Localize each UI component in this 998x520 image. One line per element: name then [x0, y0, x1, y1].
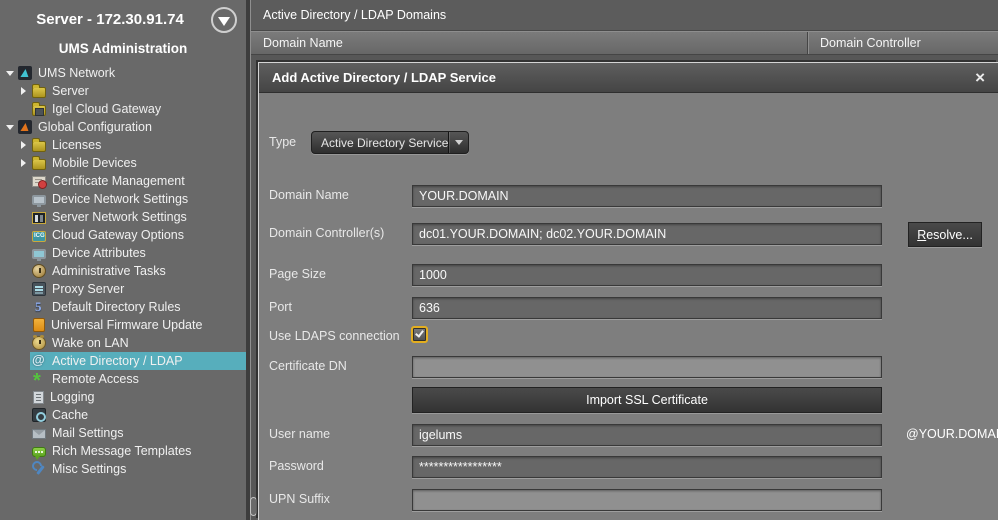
import-ssl-certificate-button[interactable]: Import SSL Certificate	[412, 387, 882, 413]
server-title: Server - 172.30.91.74	[0, 11, 246, 28]
certificate-dn-input[interactable]	[412, 356, 882, 378]
device-attributes-icon	[32, 249, 46, 259]
directory-rules-icon	[32, 300, 46, 314]
user-name-label: User name	[269, 424, 330, 445]
tree-expander-icon[interactable]	[3, 121, 16, 134]
scrollbar-thumb[interactable]	[250, 497, 257, 516]
sidebar-item-device-network-settings[interactable]: Device Network Settings	[0, 190, 246, 208]
user-name-suffix-label: @YOUR.DOMAIN	[906, 424, 998, 445]
domain-name-label: Domain Name	[269, 185, 349, 206]
global-configuration-icon	[18, 120, 32, 134]
chevron-down-icon	[448, 132, 468, 153]
close-icon[interactable]: ×	[975, 69, 985, 86]
sidebar-item-cache[interactable]: Cache	[0, 406, 246, 424]
wrench-icon	[32, 462, 46, 476]
sidebar-item-logging[interactable]: Logging	[0, 388, 246, 406]
sidebar-item-rich-message-templates[interactable]: Rich Message Templates	[0, 442, 246, 460]
at-symbol-icon	[32, 354, 46, 368]
domain-controllers-input[interactable]	[412, 223, 882, 245]
password-label: Password	[269, 456, 324, 477]
column-header-domain-name[interactable]: Domain Name	[251, 32, 808, 54]
column-header-domain-controller[interactable]: Domain Controller	[808, 32, 998, 54]
page-size-input[interactable]	[412, 264, 882, 286]
domain-name-input[interactable]	[412, 185, 882, 207]
use-ldaps-checkbox[interactable]	[411, 326, 428, 343]
password-input[interactable]	[412, 456, 882, 478]
check-icon	[415, 328, 424, 337]
sidebar-item-device-attributes[interactable]: Device Attributes	[0, 244, 246, 262]
table-header: Domain Name Domain Controller	[251, 31, 998, 55]
certificate-icon	[32, 176, 46, 187]
type-select[interactable]: Active Directory Service	[311, 131, 469, 154]
sidebar-item-global-configuration[interactable]: Global Configuration	[0, 118, 246, 136]
tree-expander-icon[interactable]	[17, 139, 30, 152]
resolve-button[interactable]: Resolve...	[908, 222, 982, 247]
speech-bubble-icon	[32, 447, 46, 457]
folder-cloud-gateway-icon	[32, 105, 46, 116]
sidebar-item-remote-access[interactable]: Remote Access	[0, 370, 246, 388]
firmware-update-icon	[33, 318, 45, 332]
sidebar: Server - 172.30.91.74 UMS Administration…	[0, 0, 246, 520]
cache-icon	[32, 408, 46, 422]
domain-controllers-label: Domain Controller(s)	[269, 223, 384, 244]
type-select-value: Active Directory Service	[312, 136, 448, 150]
dialog-body: Type Active Directory Service Domain Nam…	[259, 94, 998, 520]
sidebar-item-default-directory-rules[interactable]: Default Directory Rules	[0, 298, 246, 316]
dialog-title-bar: Add Active Directory / LDAP Service ×	[259, 63, 998, 93]
folder-icon	[32, 141, 46, 152]
application-window: Server - 172.30.91.74 UMS Administration…	[0, 0, 998, 520]
upn-suffix-label: UPN Suffix	[269, 489, 330, 510]
chevron-down-icon	[218, 17, 230, 26]
tree-expander-icon[interactable]	[17, 157, 30, 170]
sidebar-item-proxy-server[interactable]: Proxy Server	[0, 280, 246, 298]
folder-icon	[32, 159, 46, 170]
sidebar-item-server[interactable]: Server	[0, 82, 246, 100]
sidebar-item-mobile-devices[interactable]: Mobile Devices	[0, 154, 246, 172]
remote-access-icon	[32, 372, 46, 386]
add-ad-ldap-dialog: Add Active Directory / LDAP Service × Ty…	[258, 62, 998, 520]
sidebar-item-licenses[interactable]: Licenses	[0, 136, 246, 154]
port-input[interactable]	[412, 297, 882, 319]
sidebar-item-igel-cloud-gateway[interactable]: Igel Cloud Gateway	[0, 100, 246, 118]
upn-suffix-input[interactable]	[412, 489, 882, 511]
page-title: Active Directory / LDAP Domains	[251, 0, 998, 31]
navigation-tree: UMS Network Server Igel Cloud Gateway Gl…	[0, 64, 246, 478]
certificate-dn-label: Certificate DN	[269, 356, 347, 377]
proxy-server-icon	[32, 282, 46, 296]
type-label: Type	[269, 132, 296, 153]
tree-expander-icon[interactable]	[17, 85, 30, 98]
logging-icon	[33, 391, 44, 404]
administrative-tasks-icon	[32, 264, 46, 278]
tree-expander-icon[interactable]	[3, 67, 16, 80]
sidebar-item-server-network-settings[interactable]: Server Network Settings	[0, 208, 246, 226]
wake-on-lan-icon	[32, 336, 46, 350]
sidebar-item-mail-settings[interactable]: Mail Settings	[0, 424, 246, 442]
ums-network-icon	[18, 66, 32, 80]
user-name-input[interactable]	[412, 424, 882, 446]
sidebar-item-administrative-tasks[interactable]: Administrative Tasks	[0, 262, 246, 280]
sidebar-item-universal-firmware-update[interactable]: Universal Firmware Update	[0, 316, 246, 334]
port-label: Port	[269, 297, 292, 318]
mail-envelope-icon	[32, 429, 46, 439]
server-dropdown-button[interactable]	[211, 7, 237, 33]
sidebar-item-ums-network[interactable]: UMS Network	[0, 64, 246, 82]
cloud-gateway-options-icon	[32, 231, 46, 242]
dialog-title: Add Active Directory / LDAP Service	[272, 70, 975, 85]
sidebar-item-certificate-management[interactable]: Certificate Management	[0, 172, 246, 190]
sidebar-item-active-directory-ldap[interactable]: Active Directory / LDAP	[0, 352, 246, 370]
use-ldaps-label: Use LDAPS connection	[269, 326, 400, 347]
folder-icon	[32, 87, 46, 98]
page-size-label: Page Size	[269, 264, 326, 285]
sidebar-item-cloud-gateway-options[interactable]: Cloud Gateway Options	[0, 226, 246, 244]
ums-administration-title: UMS Administration	[0, 41, 246, 56]
sidebar-item-misc-settings[interactable]: Misc Settings	[0, 460, 246, 478]
sidebar-item-wake-on-lan[interactable]: Wake on LAN	[0, 334, 246, 352]
device-network-icon	[32, 195, 46, 205]
server-network-icon	[32, 212, 46, 224]
